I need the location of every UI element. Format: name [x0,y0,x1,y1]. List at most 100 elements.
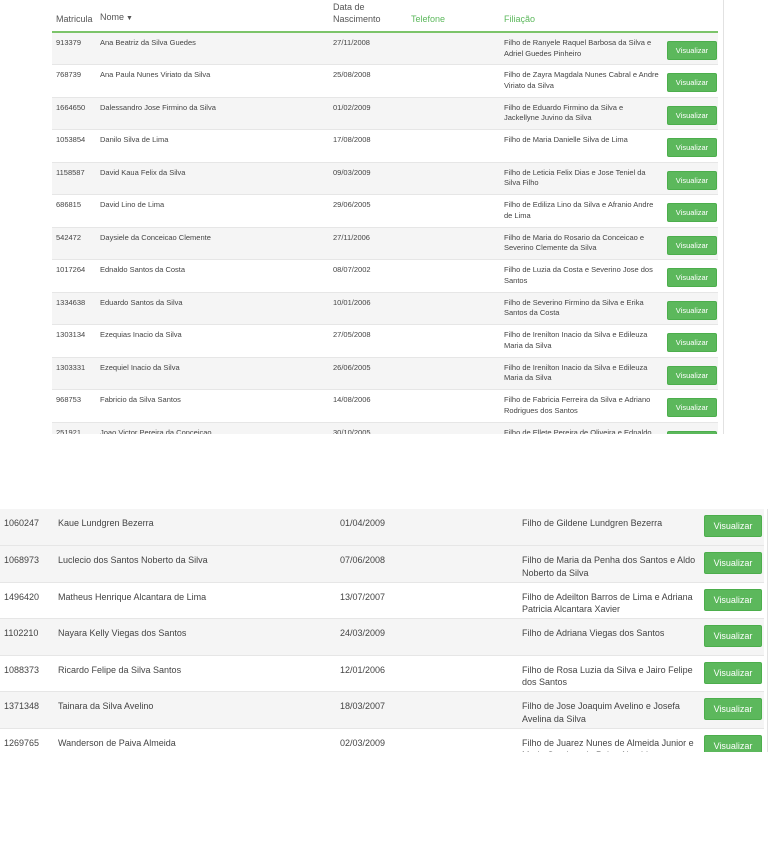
visualizar-button[interactable]: Visualizar [667,235,717,255]
telefone-cell [407,325,500,358]
visualizar-button[interactable]: Visualizar [667,105,717,125]
matricula-cell: 1060247 [4,518,40,528]
students-table: Matricula Nome ▼ Data de Nascimento Telefo… [52,0,718,434]
filiacao-cell: Filho de Juarez Nunes de Almeida Junior … [522,737,694,753]
filiacao-cell: Filho de Luzia da Costa e Severino Jose … [504,265,653,285]
table-row: 1334638 Eduardo Santos da Silva 10/01/2006… [52,292,718,325]
visualizar-button[interactable]: Visualizar [667,138,717,157]
table-row: 1060247 Kaue Lundgren Bezerra 01/04/2009 Fi… [0,509,764,546]
actions-cell: Visualizar [700,728,764,752]
visualizar-button[interactable]: Visualizar [667,41,717,60]
visualizar-button[interactable]: Visualizar [704,734,762,752]
matricula-cell: 1017264 [56,265,86,274]
column-header-filiacao[interactable]: Filiação [500,0,663,32]
actions-cell: Visualizar [700,619,764,656]
nome-cell: Eduardo Santos da Silva [100,297,183,307]
telefone-cell [407,65,500,98]
table-row: 1068973 Luclecio dos Santos Noberto da Si… [0,545,764,582]
nascimento-cell: 12/01/2006 [340,664,386,675]
matricula-cell: 1053854 [56,135,86,144]
filiacao-cell: Filho de Eduardo Firmino da Silva e Jack… [504,102,624,123]
telefone-cell [426,619,518,656]
sort-caret-icon: ▼ [126,15,133,22]
matricula-cell: 1102210 [4,628,39,638]
visualizar-button[interactable]: Visualizar [667,365,717,385]
column-header-matricula[interactable]: Matricula [52,0,96,32]
column-header-nome-label: Nome [100,12,125,22]
telefone-cell [407,390,500,423]
matricula-cell: 1496420 [4,591,40,602]
actions-cell: Visualizar [700,509,764,546]
nome-cell: Danilo Silva de Lima [100,135,169,144]
table-row: 542472 Daysiele da Conceicao Clemente 27/1… [52,227,718,260]
filiacao-cell: Filho de Maria da Penha dos Santos e Ald… [522,555,696,578]
telefone-cell [426,728,518,752]
actions-cell: Visualizar [663,227,718,260]
visualizar-button[interactable]: Visualizar [704,661,762,684]
students-table-panel-top: Matricula Nome ▼ Data de Nascimento Telefo… [52,0,724,434]
nome-cell: Ednaldo Santos da Costa [100,265,186,274]
table-row: 968753 Fabricio da Silva Santos 14/08/2006… [52,390,718,423]
table-row: 1496420 Matheus Henrique Alcantara de Lim… [0,582,764,619]
table-row: 1303331 Ezequiel Inacio da Silva 26/06/200… [52,357,718,390]
nascimento-cell: 17/08/2008 [333,135,371,144]
table-row: 1017264 Ednaldo Santos da Costa 08/07/2002… [52,260,718,292]
filiacao-cell: Filho de Irenilton Inacio da Silva e Edi… [504,362,648,383]
telefone-cell [407,422,500,434]
nascimento-cell: 01/02/2009 [333,102,371,112]
nascimento-cell: 13/07/2007 [340,591,386,602]
table-row: 1158587 David Kaua Felix da Silva 09/03/20… [52,162,718,195]
nascimento-cell: 14/08/2006 [333,395,371,404]
actions-cell: Visualizar [663,422,718,434]
visualizar-button[interactable]: Visualizar [667,203,717,222]
visualizar-button[interactable]: Visualizar [667,170,717,190]
nome-cell: Fabricio da Silva Santos [100,395,181,404]
visualizar-button[interactable]: Visualizar [704,588,762,611]
visualizar-button[interactable]: Visualizar [667,300,717,320]
visualizar-button[interactable]: Visualizar [667,430,717,434]
filiacao-cell: Filho de Gildene Lundgren Bezerra [522,518,663,528]
column-header-data-nascimento[interactable]: Data de Nascimento [329,0,407,32]
visualizar-button[interactable]: Visualizar [704,515,762,537]
table-row: 686815 David Lino de Lima 29/06/2005 Filho … [52,195,718,227]
visualizar-button[interactable]: Visualizar [667,268,717,287]
matricula-cell: 1371348 [4,701,40,711]
telefone-cell [426,655,518,692]
visualizar-button[interactable]: Visualizar [704,552,762,574]
filiacao-cell: Filho de Maria do Rosario da Conceicao e… [504,232,645,253]
nascimento-cell: 26/06/2005 [333,362,371,372]
nome-cell: Joao Victor Pereira da Conceicao [100,427,212,435]
filiacao-cell: Filho de Ranyele Raquel Barbosa da Silva… [504,38,652,58]
nascimento-cell: 18/03/2007 [340,701,386,711]
nascimento-cell: 09/03/2009 [333,167,371,177]
matricula-cell: 968753 [56,395,82,404]
table-row: 1053854 Danilo Silva de Lima 17/08/2008 Fil… [52,130,718,163]
nome-cell: Ezequiel Inacio da Silva [100,362,180,372]
nome-cell: Matheus Henrique Alcantara de Lima [58,591,207,602]
visualizar-button[interactable]: Visualizar [667,73,717,92]
matricula-cell: 1158587 [56,167,85,177]
actions-cell: Visualizar [663,65,718,98]
actions-cell: Visualizar [663,130,718,163]
nome-cell: Nayara Kelly Viegas dos Santos [58,628,187,638]
nascimento-cell: 24/03/2009 [340,628,386,638]
filiacao-cell: Filho de Fabricia Ferreira da Silva e Ad… [504,395,651,415]
visualizar-button[interactable]: Visualizar [667,333,717,352]
column-header-telefone[interactable]: Telefone [407,0,500,32]
visualizar-button[interactable]: Visualizar [667,398,717,417]
telefone-cell [426,509,518,546]
column-header-actions [663,0,718,32]
nome-cell: Dalessandro Jose Firmino da Silva [100,102,216,112]
nome-cell: Kaue Lundgren Bezerra [58,518,154,528]
filiacao-cell: Filho de Leticia Felix Dias e Jose Tenie… [504,167,646,188]
matricula-cell: 1068973 [4,555,40,565]
filiacao-cell: Filho de Maria Danielle Silva de Lima [504,135,628,144]
matricula-cell: 913379 [56,38,82,47]
column-header-nome[interactable]: Nome ▼ [96,0,329,32]
visualizar-button[interactable]: Visualizar [704,698,762,720]
table-row: 1371348 Tainara da Silva Avelino 18/03/200… [0,691,764,728]
visualizar-button[interactable]: Visualizar [704,625,762,647]
telefone-cell [407,97,500,130]
actions-cell: Visualizar [700,582,764,619]
matricula-cell: 768739 [56,70,82,79]
